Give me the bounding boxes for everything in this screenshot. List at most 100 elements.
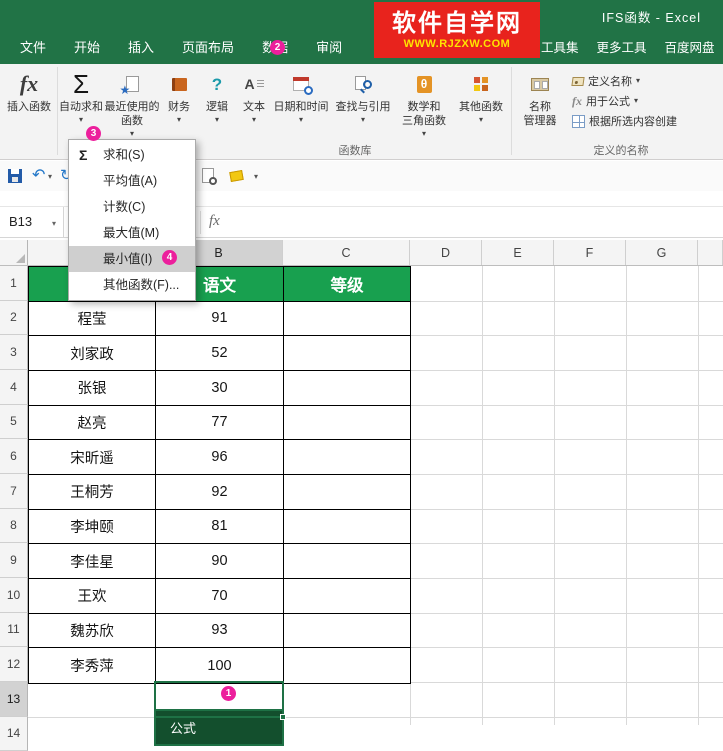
gridline: [28, 717, 723, 718]
undo-icon[interactable]: ↶: [32, 168, 45, 184]
cell-grade[interactable]: [284, 544, 410, 578]
menu-item-count[interactable]: 计数(C): [69, 194, 195, 220]
cell-name[interactable]: 王桐芳: [29, 474, 156, 509]
cell-name[interactable]: 张银: [29, 370, 156, 405]
logical-button[interactable]: ? 逻辑 ▾: [198, 68, 236, 144]
math-trig-button[interactable]: θ 数学和 三角函数 ▾: [394, 68, 454, 144]
tab-review[interactable]: 审阅: [302, 28, 356, 64]
cell-name[interactable]: 赵亮: [29, 405, 156, 440]
cell-grade[interactable]: [284, 336, 410, 370]
define-name-button[interactable]: 定义名称 ▾: [571, 72, 640, 90]
cell-name[interactable]: 程莹: [29, 301, 156, 336]
column-header-h-partial[interactable]: [698, 240, 723, 265]
column-header-e[interactable]: E: [482, 240, 554, 265]
table-row: 刘家政 52: [29, 336, 410, 371]
column-header-f[interactable]: F: [554, 240, 626, 265]
insert-function-button[interactable]: fx 插入函数: [2, 68, 56, 144]
menu-item-max[interactable]: 最大值(M): [69, 220, 195, 246]
qat-customize-caret-icon[interactable]: ▾: [254, 173, 258, 181]
cell-name[interactable]: 李秀萍: [29, 648, 156, 683]
tab-insert[interactable]: 插入: [114, 28, 168, 64]
row-header-13[interactable]: 13: [0, 681, 28, 717]
cell-name[interactable]: 王欢: [29, 578, 156, 613]
table-row: 程莹 91: [29, 301, 410, 337]
cell-grade[interactable]: [284, 475, 410, 509]
cell-grade[interactable]: [284, 614, 410, 648]
fx-label[interactable]: fx: [209, 213, 220, 230]
row-header-10[interactable]: 10: [0, 577, 28, 613]
cell-score[interactable]: 92: [156, 474, 284, 509]
row-header-8[interactable]: 8: [0, 508, 28, 544]
menu-item-average[interactable]: 平均值(A): [69, 168, 195, 194]
name-manager-button[interactable]: 名称 管理器: [514, 68, 566, 144]
date-time-button[interactable]: 日期和时间 ▾: [272, 68, 330, 144]
cell-score[interactable]: 96: [156, 440, 284, 474]
more-functions-button[interactable]: 其他函数 ▾: [454, 68, 508, 144]
row-header-6[interactable]: 6: [0, 439, 28, 474]
cell-score[interactable]: 81: [156, 509, 284, 544]
cell-name[interactable]: 李坤颐: [29, 509, 156, 544]
row-header-5[interactable]: 5: [0, 404, 28, 440]
cell-grade[interactable]: [284, 648, 410, 683]
row-header-14-partial[interactable]: 14: [0, 716, 28, 751]
row-header-2[interactable]: 2: [0, 300, 28, 336]
cell-grade[interactable]: [284, 440, 410, 474]
menu-item-more-functions-label: 其他函数(F)...: [103, 278, 180, 292]
cell-score[interactable]: 70: [156, 578, 284, 613]
table-row: 李佳星 90: [29, 544, 410, 579]
tab-more-tools[interactable]: 更多工具: [588, 28, 656, 64]
cell-name[interactable]: 宋昕遥: [29, 440, 156, 474]
cell-score[interactable]: 91: [156, 301, 284, 336]
row-header-9[interactable]: 9: [0, 543, 28, 578]
cell-score[interactable]: 90: [156, 544, 284, 578]
create-from-selection-button[interactable]: 根据所选内容创建: [572, 112, 677, 130]
fill-handle[interactable]: [280, 714, 286, 720]
cell-score[interactable]: 52: [156, 336, 284, 370]
select-all-corner[interactable]: [0, 240, 28, 265]
cell-grade[interactable]: [284, 302, 410, 336]
save-icon[interactable]: [8, 169, 22, 183]
cell-grade[interactable]: [284, 510, 410, 544]
cell-score[interactable]: 93: [156, 613, 284, 648]
cell-score[interactable]: 77: [156, 405, 284, 440]
cell-grade[interactable]: [284, 406, 410, 440]
menu-item-sum[interactable]: Σ 求和(S): [69, 142, 195, 168]
column-header-d[interactable]: D: [410, 240, 482, 265]
text-functions-button[interactable]: A 文本 ▾: [236, 68, 272, 144]
print-preview-icon[interactable]: [202, 168, 217, 185]
formula-input[interactable]: [228, 207, 723, 237]
group-label-defined-names: 定义的名称: [593, 145, 649, 157]
row-header-7[interactable]: 7: [0, 473, 28, 509]
row-header-4[interactable]: 4: [0, 369, 28, 405]
recent-functions-button[interactable]: ★ 最近使用的 函数 ▾: [104, 68, 160, 144]
row-header-12[interactable]: 12: [0, 647, 28, 682]
column-header-g[interactable]: G: [626, 240, 698, 265]
watermark-url: WWW.RJZXW.COM: [403, 37, 511, 50]
financial-button[interactable]: 财务 ▾: [160, 68, 198, 144]
cell-name[interactable]: 刘家政: [29, 336, 156, 370]
use-in-formula-button[interactable]: fx 用于公式 ▾: [572, 92, 638, 110]
format-painter-icon[interactable]: [229, 169, 244, 183]
menu-item-more-functions[interactable]: 其他函数(F)...: [69, 272, 195, 298]
cell-score[interactable]: 30: [156, 370, 284, 405]
name-box-caret-icon[interactable]: ▾: [52, 219, 56, 228]
cell-grade[interactable]: [284, 371, 410, 405]
tab-toolkit[interactable]: 工具集: [532, 28, 588, 64]
row-header-3[interactable]: 3: [0, 335, 28, 370]
cell-header-grade[interactable]: 等级: [284, 267, 410, 301]
tab-baidu-netdisk[interactable]: 百度网盘: [656, 28, 723, 64]
row-header-1[interactable]: 1: [0, 266, 28, 301]
cell-score[interactable]: 100: [156, 648, 284, 683]
lookup-reference-button[interactable]: 查找与引用 ▾: [332, 68, 394, 144]
tab-file[interactable]: 文件: [6, 28, 60, 64]
row-header-11[interactable]: 11: [0, 612, 28, 648]
tab-home[interactable]: 开始: [60, 28, 114, 64]
cell-grade[interactable]: [284, 579, 410, 613]
undo-caret-icon[interactable]: ▾: [48, 173, 52, 181]
tab-page-layout[interactable]: 页面布局: [168, 28, 248, 64]
cell-name[interactable]: 魏苏欣: [29, 613, 156, 648]
column-header-c[interactable]: C: [283, 240, 410, 265]
math-trig-label-2: 三角函数: [402, 114, 446, 127]
cell-name[interactable]: 李佳星: [29, 544, 156, 578]
lookup-caret-icon: ▾: [360, 114, 365, 124]
